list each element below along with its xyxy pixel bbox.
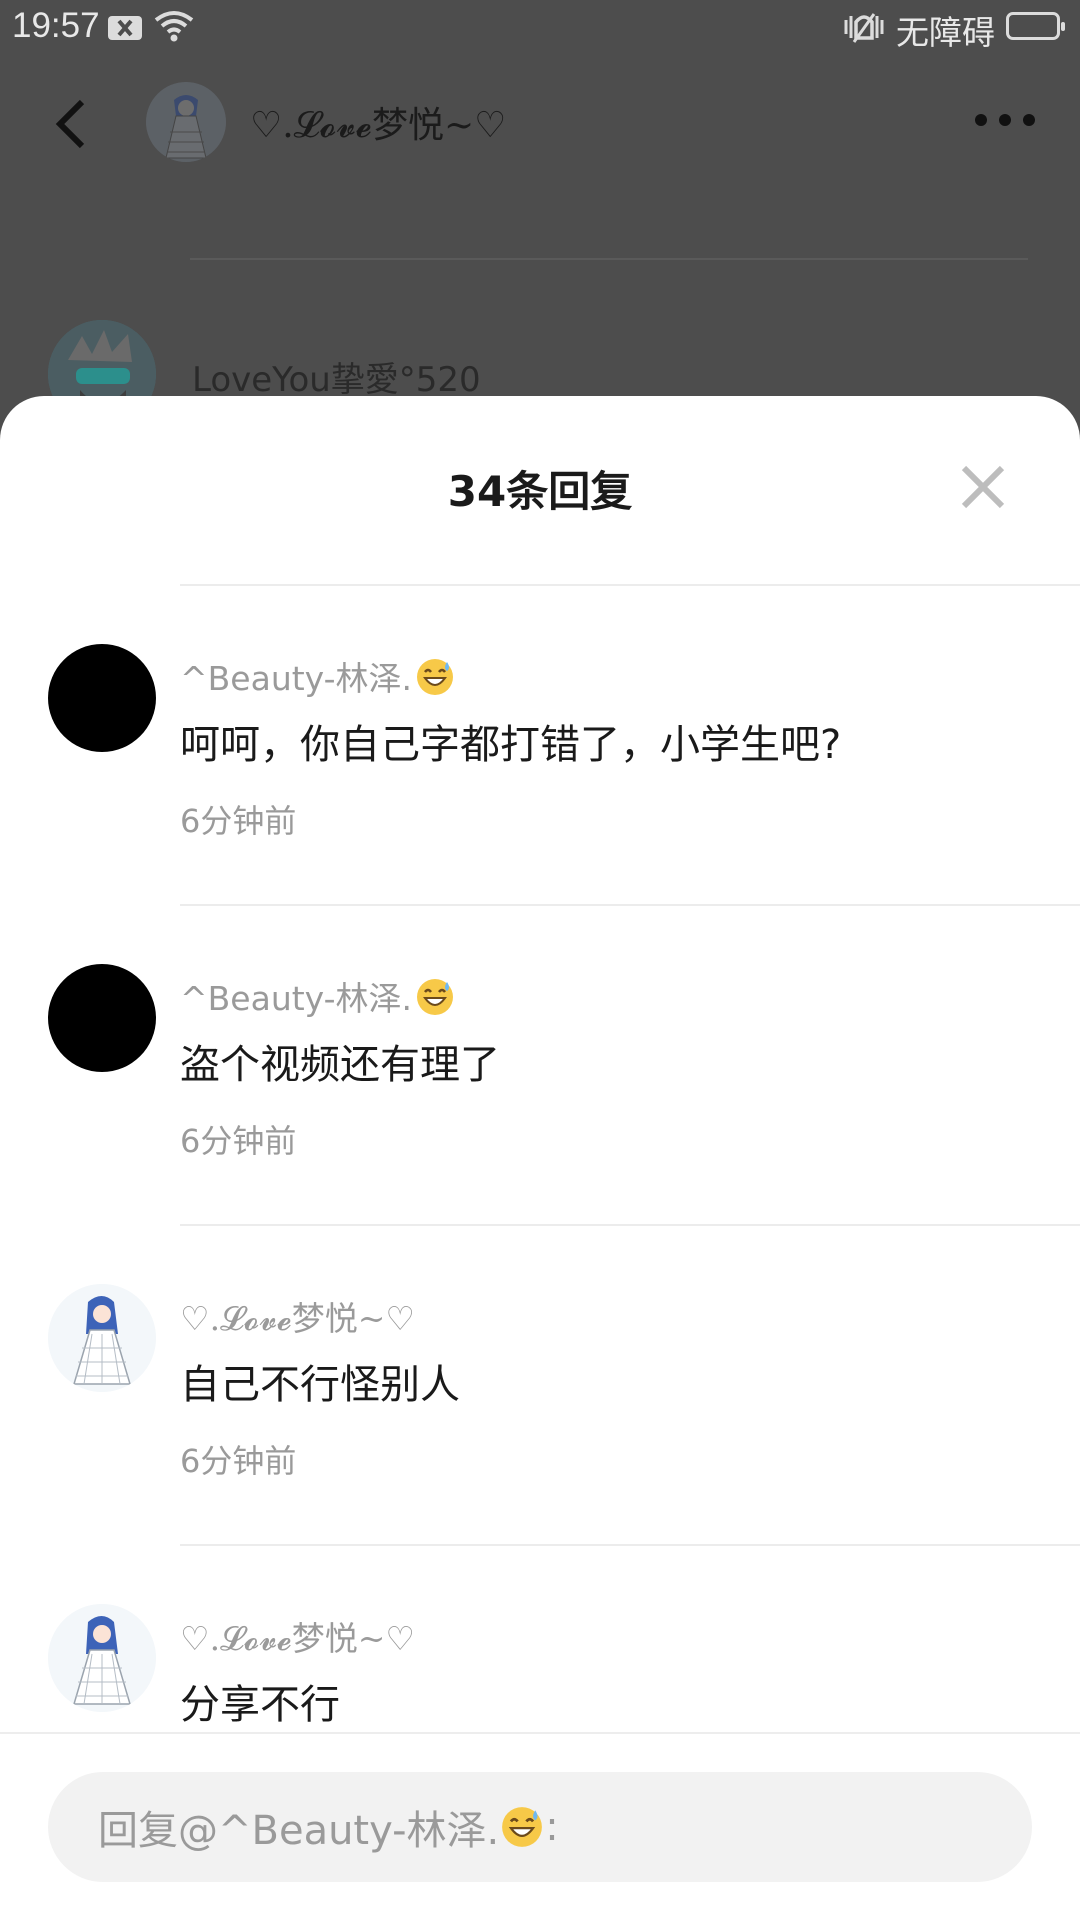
replies-sheet: 34条回复 ^Beauty-林泽. 呵呵，你自己字都打错了，小学生吧? 6分钟前…: [0, 396, 1080, 1920]
sweat-smile-emoji-icon: [417, 979, 454, 1015]
reply-author[interactable]: ^Beauty-林泽.: [180, 972, 454, 1020]
reply-time: 6分钟前: [180, 1442, 297, 1480]
reply-time: 6分钟前: [180, 802, 297, 840]
reply-text: 呵呵，你自己字都打错了，小学生吧?: [180, 722, 842, 768]
reply-text: 盗个视频还有理了: [180, 1042, 500, 1088]
status-time: 19:57: [12, 6, 100, 45]
status-bar: 19:57 无障碍: [0, 0, 1080, 56]
sweat-smile-emoji-icon: [502, 1807, 543, 1847]
accessibility-label: 无障碍: [896, 13, 995, 52]
reply-author[interactable]: ♡.𝓛𝓸𝓿𝓮梦悦~♡: [180, 1612, 415, 1660]
reply-author[interactable]: ^Beauty-林泽.: [180, 652, 454, 700]
battery-icon: [1006, 12, 1065, 40]
reply-input[interactable]: 回复@^Beauty-林泽.:: [48, 1772, 1032, 1882]
avatar[interactable]: [48, 1604, 156, 1712]
reply-input-suffix: :: [545, 1804, 559, 1850]
sweat-smile-emoji-icon: [417, 659, 454, 695]
vibrate-icon: [842, 10, 886, 53]
reply-text: 分享不行: [180, 1682, 340, 1728]
reply-time: 6分钟前: [180, 1122, 297, 1160]
divider: [180, 904, 1080, 906]
divider: [180, 584, 1080, 586]
divider: [180, 1224, 1080, 1226]
header-title: ♡.𝓛𝓸𝓿𝓮梦悦~♡: [250, 105, 507, 146]
wifi-icon: [154, 10, 194, 51]
reply-author[interactable]: ♡.𝓛𝓸𝓿𝓮梦悦~♡: [180, 1292, 415, 1340]
avatar[interactable]: [48, 964, 156, 1072]
background-comment-name: LoveYou挚愛°520: [192, 360, 481, 400]
notification-x-icon: [108, 16, 142, 40]
more-options-icon[interactable]: [974, 112, 1036, 131]
avatar[interactable]: [48, 1284, 156, 1392]
divider: [180, 1544, 1080, 1546]
reply-bar: 回复@^Beauty-林泽.:: [0, 1732, 1080, 1920]
avatar[interactable]: [48, 644, 156, 752]
close-icon[interactable]: [960, 464, 1006, 514]
header-avatar[interactable]: [146, 82, 226, 162]
background-divider: [190, 258, 1028, 260]
back-arrow-icon[interactable]: [50, 96, 90, 156]
sheet-title: 34条回复: [447, 467, 633, 516]
reply-text: 自己不行怪别人: [180, 1362, 460, 1408]
reply-input-prefix: 回复@^Beauty-林泽.: [98, 1808, 500, 1854]
